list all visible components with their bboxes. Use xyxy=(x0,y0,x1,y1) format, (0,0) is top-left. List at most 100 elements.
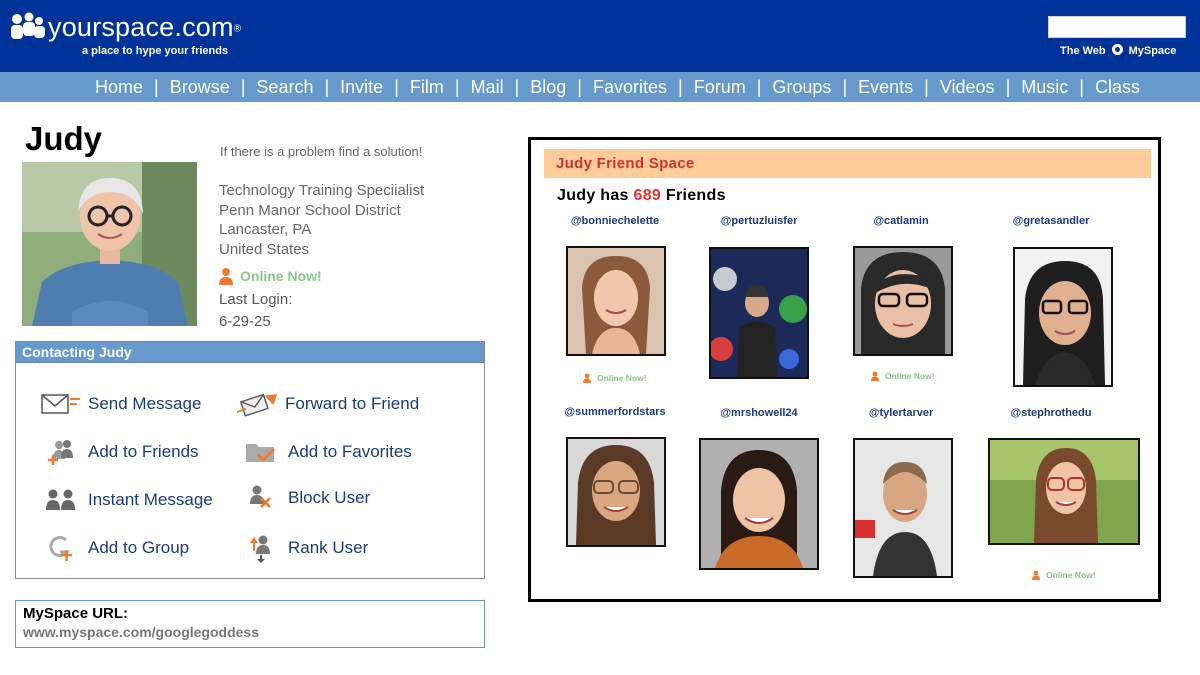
page: yourspace.com® a place to hype your frie… xyxy=(0,0,1200,675)
nav-item-film[interactable]: Film xyxy=(410,77,444,98)
instant-message-button[interactable]: Instant Message xyxy=(40,486,213,514)
friend-count-number: 689 xyxy=(633,187,662,204)
nav-item-search[interactable]: Search xyxy=(256,77,313,98)
add-group-icon xyxy=(40,534,82,562)
nav-separator: | xyxy=(842,76,848,97)
profile-url-box: MySpace URL: www.myspace.com/googlegodde… xyxy=(15,600,485,648)
profile-photo-art xyxy=(22,162,197,326)
add-to-group-button[interactable]: Add to Group xyxy=(40,534,189,562)
profile-motto: If there is a problem find a solution! xyxy=(220,144,423,159)
friend-photo-art xyxy=(855,440,951,576)
nav-separator: | xyxy=(454,76,460,97)
block-user-icon xyxy=(240,484,282,512)
search-scope: The Web MySpace xyxy=(1060,41,1190,61)
friend-online-status: Online Now! xyxy=(1031,570,1096,580)
friend-handle[interactable]: @pertuzluisfer xyxy=(689,215,829,227)
nav-item-forum[interactable]: Forum xyxy=(694,77,746,98)
nav-item-home[interactable]: Home xyxy=(95,77,143,98)
friend-handle[interactable]: @tylertarver xyxy=(831,407,971,419)
friend-space-panel: Judy Friend Space Judy has 689 Friends @… xyxy=(528,137,1161,602)
add-to-favorites-button[interactable]: Add to Favorites xyxy=(240,438,412,466)
friend-photo[interactable] xyxy=(853,246,953,356)
friend-online-text: Online Now! xyxy=(885,371,935,381)
last-login-label: Last Login: xyxy=(219,291,293,308)
friend-photo[interactable] xyxy=(709,247,809,379)
friend-handle[interactable]: @catlamin xyxy=(831,215,971,227)
person-icon xyxy=(219,268,233,285)
nav-item-blog[interactable]: Blog xyxy=(530,77,566,98)
friend-online-text: Online Now! xyxy=(597,373,647,383)
nav-item-class[interactable]: Class xyxy=(1095,77,1140,98)
profile-url-label: MySpace URL: xyxy=(23,605,129,622)
friend-photo-art xyxy=(855,248,951,354)
friend-photo[interactable] xyxy=(988,438,1140,545)
site-logo[interactable]: yourspace.com® a place to hype your frie… xyxy=(10,10,242,62)
nav-item-videos[interactable]: Videos xyxy=(940,77,995,98)
friend-handle[interactable]: @stephrothedu xyxy=(981,407,1121,419)
folder-check-icon xyxy=(240,438,282,466)
profile-details: Technology Training Speciialist Penn Man… xyxy=(219,181,424,259)
send-message-label: Send Message xyxy=(88,394,202,413)
add-to-friends-button[interactable]: Add to Friends xyxy=(40,438,199,466)
rank-user-label: Rank User xyxy=(288,538,369,557)
person-icon xyxy=(1032,570,1040,580)
friend-handle[interactable]: @summerfordstars xyxy=(545,406,685,418)
nav-item-mail[interactable]: Mail xyxy=(471,77,504,98)
search-input[interactable] xyxy=(1048,16,1186,38)
nav-item-events[interactable]: Events xyxy=(858,77,913,98)
add-to-group-label: Add to Group xyxy=(88,538,190,557)
instant-message-label: Instant Message xyxy=(88,490,213,509)
friend-photo[interactable] xyxy=(566,246,666,356)
nav-separator: | xyxy=(678,76,683,97)
online-status: Online Now! xyxy=(217,267,322,285)
friend-handle[interactable]: @bonniechelette xyxy=(545,215,685,227)
friend-space-title: Judy Friend Space xyxy=(544,149,1151,178)
nav-item-invite[interactable]: Invite xyxy=(340,77,383,98)
scope-radio[interactable] xyxy=(1111,43,1123,55)
nav-separator: | xyxy=(1079,76,1084,97)
nav-item-browse[interactable]: Browse xyxy=(170,77,230,98)
scope-site-option[interactable]: MySpace xyxy=(1129,45,1177,57)
block-user-button[interactable]: Block User xyxy=(240,484,370,512)
nav-separator: | xyxy=(394,76,399,97)
nav-separator: | xyxy=(577,76,582,97)
send-message-button[interactable]: Send Message xyxy=(40,390,201,418)
friend-online-text: Online Now! xyxy=(1046,570,1096,580)
friend-photo-art xyxy=(990,440,1138,543)
last-login-date: 6-29-25 xyxy=(219,313,271,330)
block-user-label: Block User xyxy=(288,488,371,507)
forward-to-friend-button[interactable]: Forward to Friend xyxy=(237,390,419,418)
nav-separator: | xyxy=(514,76,520,97)
online-status-text: Online Now! xyxy=(240,268,322,284)
friend-online-status: Online Now! xyxy=(582,373,647,383)
friend-handle[interactable]: @gretasandler xyxy=(981,215,1121,227)
profile-photo[interactable] xyxy=(22,162,197,326)
site-tagline: a place to hype your friends xyxy=(82,45,229,57)
add-friend-icon xyxy=(40,438,82,466)
profile-country: United States xyxy=(219,240,310,258)
profile-url-link[interactable]: www.myspace.com/googlegoddess xyxy=(23,624,477,640)
nav-item-music[interactable]: Music xyxy=(1021,77,1068,98)
nav-item-groups[interactable]: Groups xyxy=(772,77,831,98)
envelope-icon xyxy=(40,390,82,418)
friend-count-suffix: Friends xyxy=(665,187,726,204)
forward-envelope-icon xyxy=(237,390,279,418)
friend-photo[interactable] xyxy=(1013,247,1113,387)
profile-name: Judy xyxy=(25,120,103,157)
contact-panel: Contacting Judy Send Message Forward to … xyxy=(15,341,485,579)
registered-mark: ® xyxy=(233,23,242,35)
friend-online-status: Online Now! xyxy=(870,371,935,381)
friend-handle[interactable]: @mrshowell24 xyxy=(689,407,829,419)
forward-to-friend-label: Forward to Friend xyxy=(285,394,420,413)
friend-count: Judy has 689 Friends xyxy=(557,187,726,205)
person-icon xyxy=(583,373,591,383)
nav-item-favorites[interactable]: Favorites xyxy=(593,77,667,98)
friend-photo[interactable] xyxy=(699,438,819,570)
friend-photo[interactable] xyxy=(853,438,953,578)
rank-user-button[interactable]: Rank User xyxy=(240,534,369,563)
nav-separator: | xyxy=(756,76,762,97)
profile-job-title: Technology Training Speciialist xyxy=(219,182,425,199)
friend-photo[interactable] xyxy=(566,437,666,547)
scope-web-option[interactable]: The Web xyxy=(1060,45,1106,57)
nav-separator: | xyxy=(324,76,330,97)
